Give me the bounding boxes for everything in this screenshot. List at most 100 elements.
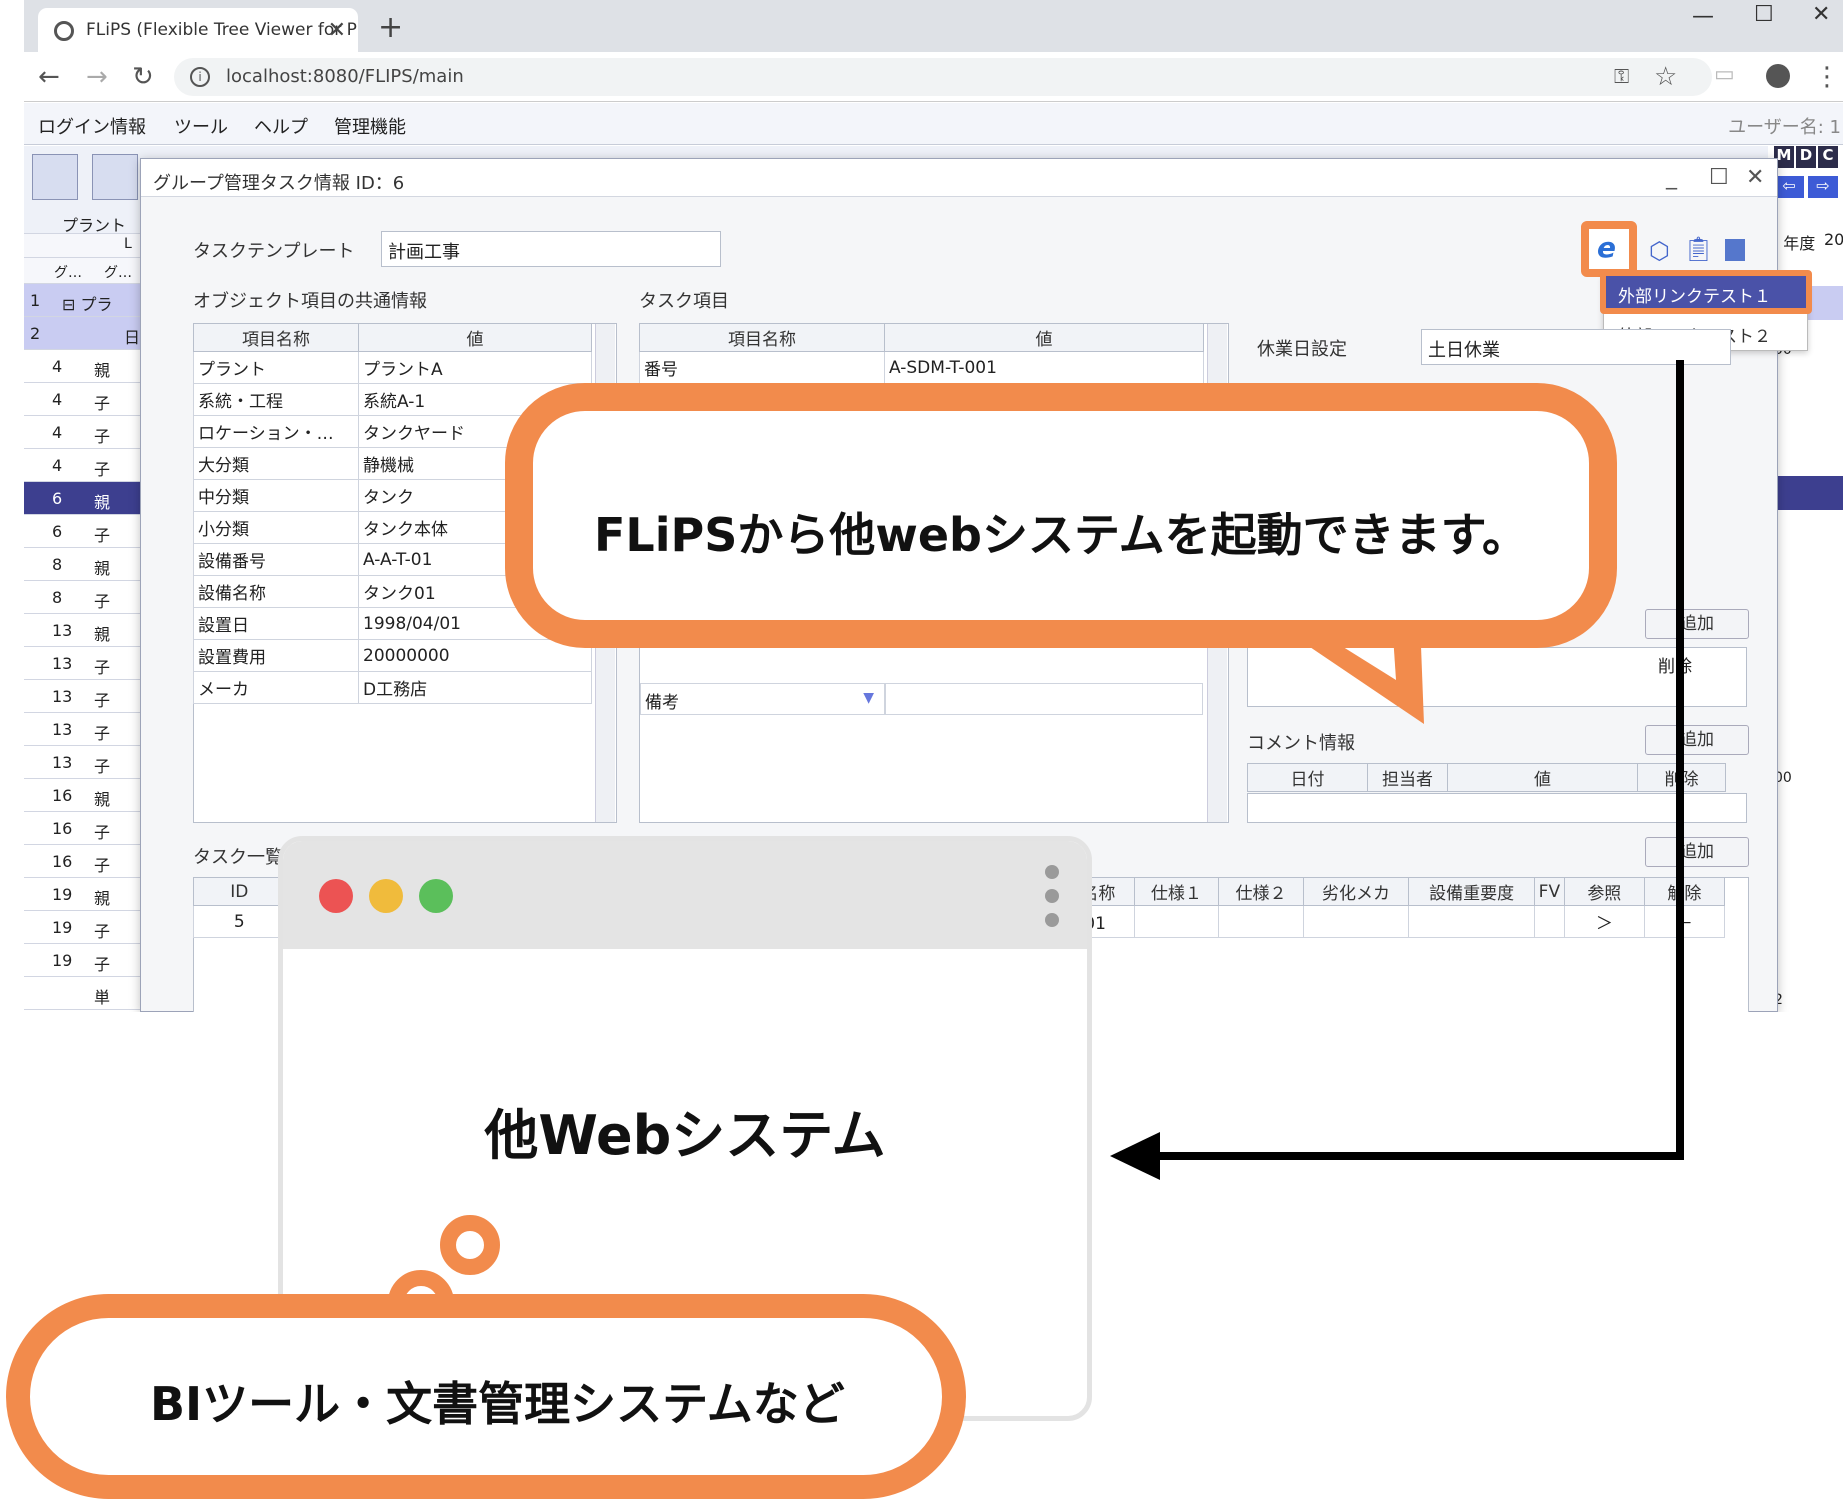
app-menubar: ログイン情報 ツール ヘルプ 管理機能 ユーザー名: 1 bbox=[24, 103, 1843, 145]
window-close-icon[interactable]: ✕ bbox=[1812, 2, 1830, 27]
template-field[interactable]: 計画工事 bbox=[381, 231, 721, 267]
browser-tab[interactable]: FLiPS (Flexible Tree Viewer for Pla ✕ bbox=[38, 8, 358, 52]
row-type: 子 bbox=[94, 691, 111, 710]
table-row[interactable]: 13 子 bbox=[24, 713, 144, 746]
table-row[interactable]: 13 親 bbox=[24, 614, 144, 647]
prev-arrow-icon[interactable]: ⇦ bbox=[1774, 176, 1804, 198]
info-icon[interactable]: i bbox=[190, 67, 210, 87]
minimize-dot-icon bbox=[369, 879, 403, 913]
table-row[interactable]: 4子 bbox=[24, 383, 144, 416]
back-icon[interactable]: ← bbox=[38, 62, 60, 92]
common-item-value[interactable]: D工務店 bbox=[358, 671, 592, 704]
reload-icon[interactable]: ↻ bbox=[132, 62, 154, 92]
table-row[interactable]: 6親 bbox=[24, 482, 144, 515]
task-remarks-row[interactable]: 備考 ▼ bbox=[640, 683, 885, 715]
url-input[interactable]: i localhost:8080/FLIPS/main bbox=[174, 58, 1712, 96]
row-number: 4 bbox=[52, 423, 63, 442]
dialog-maximize-icon[interactable]: ☐ bbox=[1709, 165, 1729, 190]
table-row[interactable]: プラント プラントA bbox=[193, 351, 592, 384]
account-icon[interactable] bbox=[1766, 64, 1790, 88]
row-type: 子 bbox=[94, 592, 111, 611]
menu-help[interactable]: ヘルプ bbox=[254, 113, 308, 139]
key-icon[interactable]: ⚿ bbox=[1614, 64, 1629, 88]
grid-header-l: L bbox=[124, 236, 132, 252]
url-text: localhost:8080/FLIPS/main bbox=[226, 66, 464, 87]
minimize-icon[interactable]: — bbox=[1692, 4, 1714, 29]
table-row[interactable]: 単 bbox=[24, 977, 144, 1010]
common-item-name: 小分類 bbox=[193, 511, 359, 544]
table-row[interactable]: 6子 bbox=[24, 515, 144, 548]
cast-icon[interactable]: ▭ bbox=[1714, 62, 1735, 87]
table-row[interactable]: 4子 bbox=[24, 449, 144, 482]
row-number: 13 bbox=[52, 720, 73, 739]
tab-close-icon[interactable]: ✕ bbox=[328, 18, 346, 43]
bi-tools-text: BIツール・文書管理システムなど bbox=[150, 1377, 845, 1431]
new-tab-icon[interactable]: + bbox=[378, 10, 403, 45]
common-item-name: プラント bbox=[193, 351, 359, 384]
table-row[interactable]: 16 子 bbox=[24, 812, 144, 845]
row-type: ⊟ プラ bbox=[62, 295, 113, 314]
table-row[interactable]: 2日 bbox=[24, 317, 144, 350]
view-icon[interactable] bbox=[32, 154, 78, 200]
cube-icon[interactable]: ⬡ bbox=[1649, 237, 1670, 265]
row-number: 6 bbox=[52, 522, 63, 541]
tab-title: FLiPS (Flexible Tree Viewer for Pla bbox=[86, 20, 358, 40]
holiday-label: 休業日設定 bbox=[1257, 339, 1347, 360]
common-item-name: 中分類 bbox=[193, 479, 359, 512]
maximize-dot-icon bbox=[419, 879, 453, 913]
clipboard-icon[interactable]: 📋︎ bbox=[1683, 235, 1713, 263]
table-row[interactable]: 4子 bbox=[24, 416, 144, 449]
dialog-minimize-icon[interactable]: _ bbox=[1666, 165, 1677, 190]
table-row[interactable]: 設置費用 20000000 bbox=[193, 639, 592, 672]
table-row[interactable]: 16 親 bbox=[24, 779, 144, 812]
c-button[interactable]: C bbox=[1818, 146, 1838, 168]
common-item-value[interactable]: 20000000 bbox=[358, 639, 592, 672]
common-item-name: 設備名称 bbox=[193, 575, 359, 608]
common-item-name: 設備番号 bbox=[193, 543, 359, 576]
table-row[interactable]: 13 子 bbox=[24, 746, 144, 779]
link-menu-item-1[interactable]: 外部リンクテスト１ bbox=[1600, 270, 1812, 314]
table-row[interactable]: 13 子 bbox=[24, 647, 144, 680]
row-type: 単 bbox=[94, 988, 111, 1007]
row-number: 16 bbox=[52, 786, 73, 805]
book-icon[interactable] bbox=[1725, 239, 1745, 261]
ie-icon: e bbox=[1597, 231, 1616, 264]
link-menu-item-1-label: 外部リンクテスト１ bbox=[1618, 287, 1771, 307]
row-type: 子 bbox=[94, 460, 111, 479]
menu-admin[interactable]: 管理機能 bbox=[334, 113, 406, 139]
year-next-header: 201 bbox=[1824, 230, 1843, 249]
table-row[interactable]: メーカ D工務店 bbox=[193, 671, 592, 704]
common-item-name: 系統・工程 bbox=[193, 383, 359, 416]
forward-icon[interactable]: → bbox=[86, 62, 108, 92]
common-item-name: ロケーション・… bbox=[193, 415, 359, 448]
next-arrow-icon[interactable]: ⇨ bbox=[1808, 176, 1838, 198]
d-button[interactable]: D bbox=[1796, 146, 1816, 168]
more-menu-icon[interactable]: ⋮ bbox=[1814, 62, 1840, 92]
menu-tools[interactable]: ツール bbox=[174, 113, 228, 139]
table-row[interactable]: 19 子 bbox=[24, 911, 144, 944]
table-row[interactable]: 8親 bbox=[24, 548, 144, 581]
table-row[interactable]: 13 子 bbox=[24, 680, 144, 713]
common-item-value[interactable]: プラントA bbox=[358, 351, 592, 384]
row-number: 13 bbox=[52, 621, 73, 640]
star-icon[interactable]: ☆ bbox=[1654, 62, 1677, 92]
row-type: 子 bbox=[94, 394, 111, 413]
table-row[interactable]: 19 親 bbox=[24, 878, 144, 911]
dropdown-arrow-icon[interactable]: ▼ bbox=[863, 690, 874, 706]
external-link-button[interactable]: e bbox=[1581, 221, 1637, 277]
row-type: 親 bbox=[94, 889, 111, 908]
tree-icon[interactable] bbox=[92, 154, 138, 200]
table-row[interactable]: 19 子 bbox=[24, 944, 144, 977]
dialog-close-icon[interactable]: ✕ bbox=[1746, 165, 1764, 190]
table-row[interactable]: 1 ⊟ プラ bbox=[24, 284, 144, 317]
table-row[interactable]: 16 子 bbox=[24, 845, 144, 878]
bi-tools-callout: BIツール・文書管理システムなど bbox=[6, 1294, 966, 1499]
row-number: 8 bbox=[52, 555, 63, 574]
close-dot-icon bbox=[319, 879, 353, 913]
maximize-icon[interactable]: ☐ bbox=[1754, 2, 1774, 27]
task-col-name: 項目名称 bbox=[639, 323, 885, 352]
row-type: 子 bbox=[94, 724, 111, 743]
table-row[interactable]: 8子 bbox=[24, 581, 144, 614]
menu-login-info[interactable]: ログイン情報 bbox=[38, 113, 146, 139]
table-row[interactable]: 4親 bbox=[24, 350, 144, 383]
